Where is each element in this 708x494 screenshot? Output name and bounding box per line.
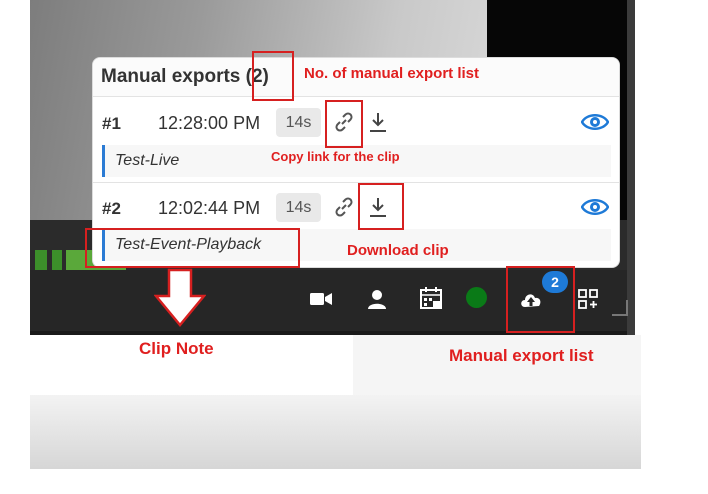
panel-title: Manual exports (2) xyxy=(101,66,269,88)
export-duration: 14s xyxy=(276,193,321,222)
count-highlight-box xyxy=(252,51,294,101)
copy-link-annotation: Copy link for the clip xyxy=(271,149,400,164)
person-icon[interactable] xyxy=(366,288,388,310)
layout-grid-icon[interactable] xyxy=(578,289,598,309)
clip-note-annotation: Clip Note xyxy=(139,339,214,358)
export-time: 12:28:00 PM xyxy=(158,113,261,133)
download-highlight-box xyxy=(358,183,404,230)
recording-status-dot xyxy=(466,287,487,308)
timeline-segment xyxy=(52,250,62,270)
copy-link-icon[interactable] xyxy=(333,196,355,218)
export-number: #1 xyxy=(102,114,121,133)
export-list-highlight-box xyxy=(506,266,575,333)
count-annotation: No. of manual export list xyxy=(304,65,480,82)
preview-eye-icon[interactable] xyxy=(581,197,609,217)
scrollbar-edge xyxy=(627,0,635,335)
blank-area xyxy=(30,395,641,469)
clip-note-highlight-box xyxy=(85,228,300,268)
export-number: #2 xyxy=(102,199,121,218)
clip-note-text: Test-Live xyxy=(115,152,180,169)
timeline-segment xyxy=(35,250,47,270)
export-duration: 14s xyxy=(276,108,321,137)
panel-title-text: Manual exports xyxy=(101,66,241,87)
resize-handle[interactable] xyxy=(612,300,628,316)
preview-eye-icon[interactable] xyxy=(581,112,609,132)
calendar-24h-icon[interactable] xyxy=(420,287,442,309)
down-arrow-icon xyxy=(154,268,206,327)
copy-link-highlight-box xyxy=(325,100,363,148)
export-list-annotation: Manual export list xyxy=(449,346,594,365)
download-icon[interactable] xyxy=(367,111,389,133)
export-time: 12:02:44 PM xyxy=(158,198,261,218)
video-camera-icon[interactable] xyxy=(310,292,332,306)
download-annotation: Download clip xyxy=(347,242,449,259)
